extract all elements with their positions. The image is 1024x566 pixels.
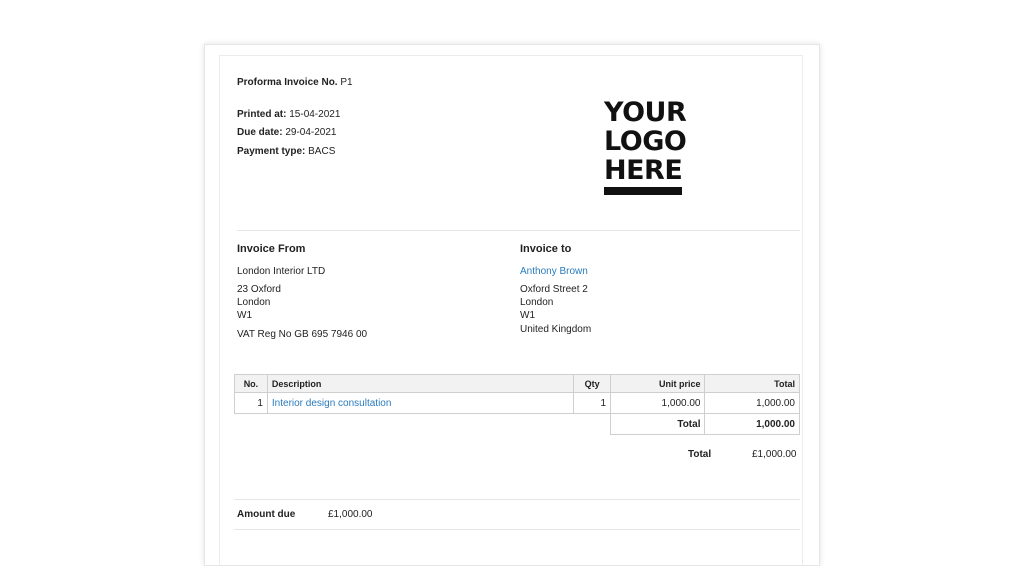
from-address-line-3: W1 (237, 310, 252, 321)
to-address-line-4: United Kingdom (520, 324, 591, 335)
to-address-line-1: Oxford Street 2 (520, 284, 588, 295)
printed-at: Printed at: 15-04-2021 (237, 109, 340, 120)
invoice-number: P1 (340, 77, 352, 88)
payment-type-value: BACS (308, 146, 335, 157)
logo-line-2: LOGO (604, 127, 686, 156)
grand-total-label: Total (688, 449, 711, 460)
invoice-to-heading: Invoice to (520, 243, 571, 255)
logo-line-1: YOUR (604, 98, 686, 127)
divider (234, 499, 800, 500)
col-description: Description (267, 375, 573, 393)
invoice-body: Proforma Invoice No. P1 Printed at: 15-0… (219, 55, 803, 566)
printed-at-value: 15-04-2021 (289, 109, 340, 120)
col-unit-price: Unit price (611, 375, 705, 393)
invoice-from-heading: Invoice From (237, 243, 305, 255)
to-address-line-3: W1 (520, 310, 535, 321)
items-table: No. Description Qty Unit price Total 1 I… (234, 374, 800, 435)
payment-type: Payment type: BACS (237, 146, 335, 157)
due-date-value: 29-04-2021 (285, 127, 336, 138)
from-address-line-2: London (237, 297, 270, 308)
col-total: Total (705, 375, 800, 393)
vat-number: VAT Reg No GB 695 7946 00 (237, 329, 367, 340)
table-header-row: No. Description Qty Unit price Total (235, 375, 800, 393)
row-description-link[interactable]: Interior design consultation (267, 393, 573, 414)
divider (237, 230, 800, 231)
divider (234, 529, 800, 530)
amount-due-label: Amount due (237, 509, 295, 520)
row-unit-price: 1,000.00 (611, 393, 705, 414)
invoice-title-label: Proforma Invoice No. (237, 77, 338, 88)
logo-line-3: HERE (604, 156, 686, 185)
row-no: 1 (235, 393, 268, 414)
to-address-line-2: London (520, 297, 553, 308)
amount-due-value: £1,000.00 (328, 509, 373, 520)
invoice-title: Proforma Invoice No. P1 (237, 77, 353, 88)
invoice-sheet: Proforma Invoice No. P1 Printed at: 15-0… (204, 44, 820, 566)
due-date-label: Due date: (237, 127, 283, 138)
customer-name-link[interactable]: Anthony Brown (520, 266, 588, 277)
row-total: 1,000.00 (705, 393, 800, 414)
table-subtotal-row: Total 1,000.00 (235, 414, 800, 435)
subtotal-label: Total (611, 414, 705, 435)
col-no: No. (235, 375, 268, 393)
col-qty: Qty (574, 375, 611, 393)
row-qty: 1 (574, 393, 611, 414)
subtotal-value: 1,000.00 (705, 414, 800, 435)
grand-total-value: £1,000.00 (752, 449, 797, 460)
payment-type-label: Payment type: (237, 146, 305, 157)
due-date: Due date: 29-04-2021 (237, 127, 337, 138)
printed-at-label: Printed at: (237, 109, 286, 120)
company-logo: YOUR LOGO HERE (604, 98, 686, 195)
logo-underline (604, 187, 682, 195)
table-row: 1 Interior design consultation 1 1,000.0… (235, 393, 800, 414)
from-address-line-1: 23 Oxford (237, 284, 281, 295)
from-company-name: London Interior LTD (237, 266, 325, 277)
